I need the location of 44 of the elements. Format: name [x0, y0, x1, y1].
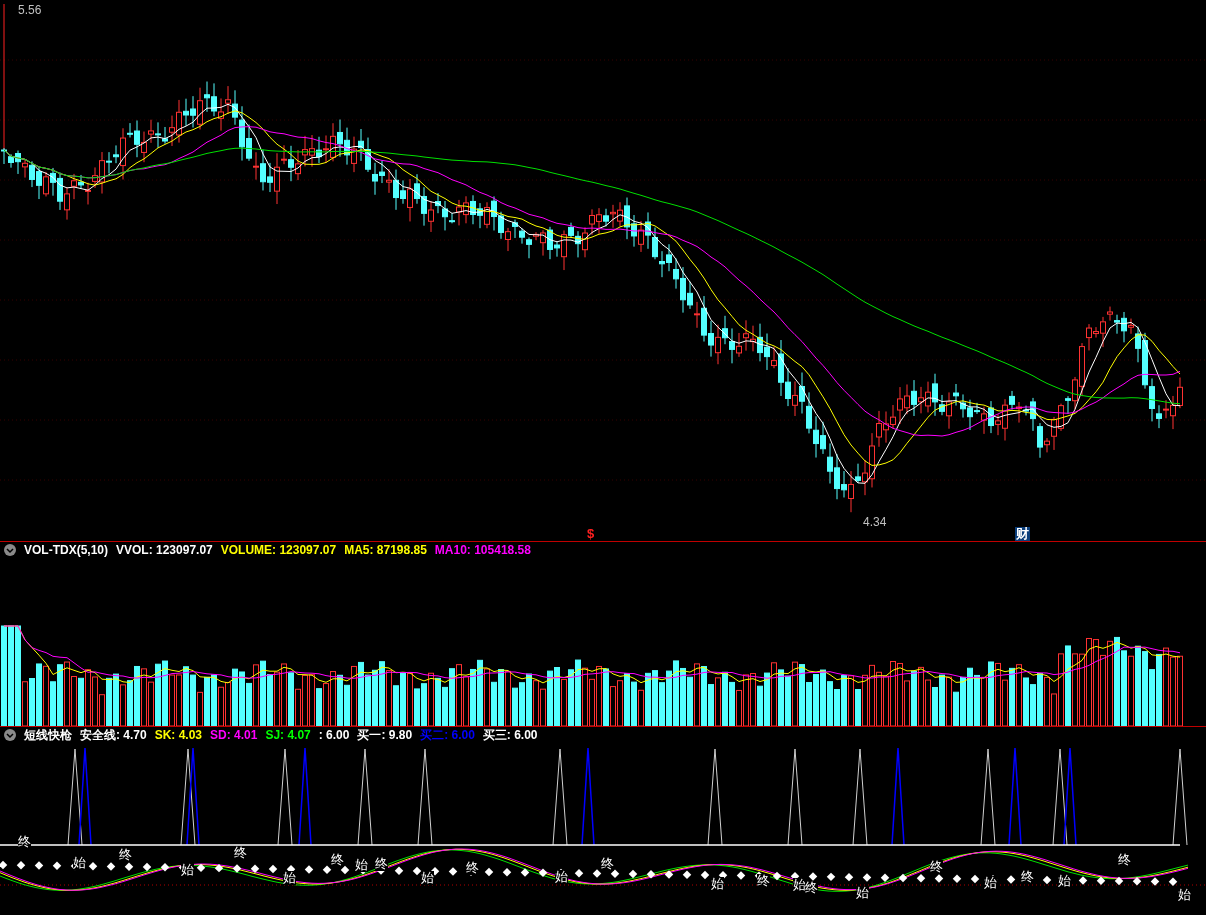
signal-label: 始	[984, 876, 997, 890]
signal-label: 始	[793, 878, 806, 892]
indicator-value: MA5: 87198.85	[344, 542, 427, 558]
indicator-value: VOL-TDX(5,10)	[24, 542, 108, 558]
signal-label: 始	[1058, 874, 1071, 888]
indicator-value: SD: 4.01	[210, 727, 258, 743]
indicator-value: 买二: 6.00	[420, 727, 475, 743]
indicator-value: 买三: 6.00	[482, 727, 538, 743]
signal-label: 终	[466, 861, 479, 875]
signal-label: 始	[421, 871, 434, 885]
indicator-value: 短线快枪	[24, 727, 72, 743]
signal-label: 始	[283, 871, 296, 885]
signal-label: 终	[601, 857, 614, 871]
signal-label: 终	[930, 860, 943, 874]
indicator-value: : 6.00	[318, 727, 350, 743]
indicator-value: VOLUME: 123097.07	[220, 542, 337, 558]
low-price-label: 4.34	[863, 515, 887, 529]
indicator-value: MA10: 105418.58	[434, 542, 531, 558]
signal-label: 始	[1178, 888, 1191, 902]
signal-label: 终	[1118, 853, 1131, 867]
signal-label: 终	[1021, 870, 1034, 884]
collapse-icon[interactable]	[4, 729, 16, 741]
signal-label: 终	[119, 848, 132, 862]
signal-label: 始	[73, 856, 86, 870]
signal-label: 终	[18, 835, 31, 849]
signal-label: 终	[805, 881, 818, 895]
signal-label: 始	[181, 863, 194, 877]
signal-label: 终	[757, 874, 770, 888]
signal-label: 始	[355, 858, 368, 872]
signal-label: 终	[234, 846, 247, 860]
signal-label: 始	[555, 870, 568, 884]
collapse-icon[interactable]	[4, 544, 16, 556]
indicator-value: 安全线: 4.70	[80, 727, 147, 743]
indicator-value: 买一: 9.80	[357, 727, 413, 743]
signal-label: 终	[375, 857, 388, 871]
event-marker[interactable]: $	[586, 527, 596, 541]
signal-label: 始	[856, 886, 869, 900]
event-marker[interactable]: 财	[1015, 527, 1030, 541]
indicator-value: SJ: 4.07	[265, 727, 311, 743]
indicator-value: SK: 4.03	[154, 727, 203, 743]
high-price-label: 5.56	[18, 3, 42, 17]
signal-label: 终	[331, 853, 344, 867]
indicator-value: VVOL: 123097.07	[116, 542, 213, 558]
signal-label: 始	[711, 877, 724, 891]
